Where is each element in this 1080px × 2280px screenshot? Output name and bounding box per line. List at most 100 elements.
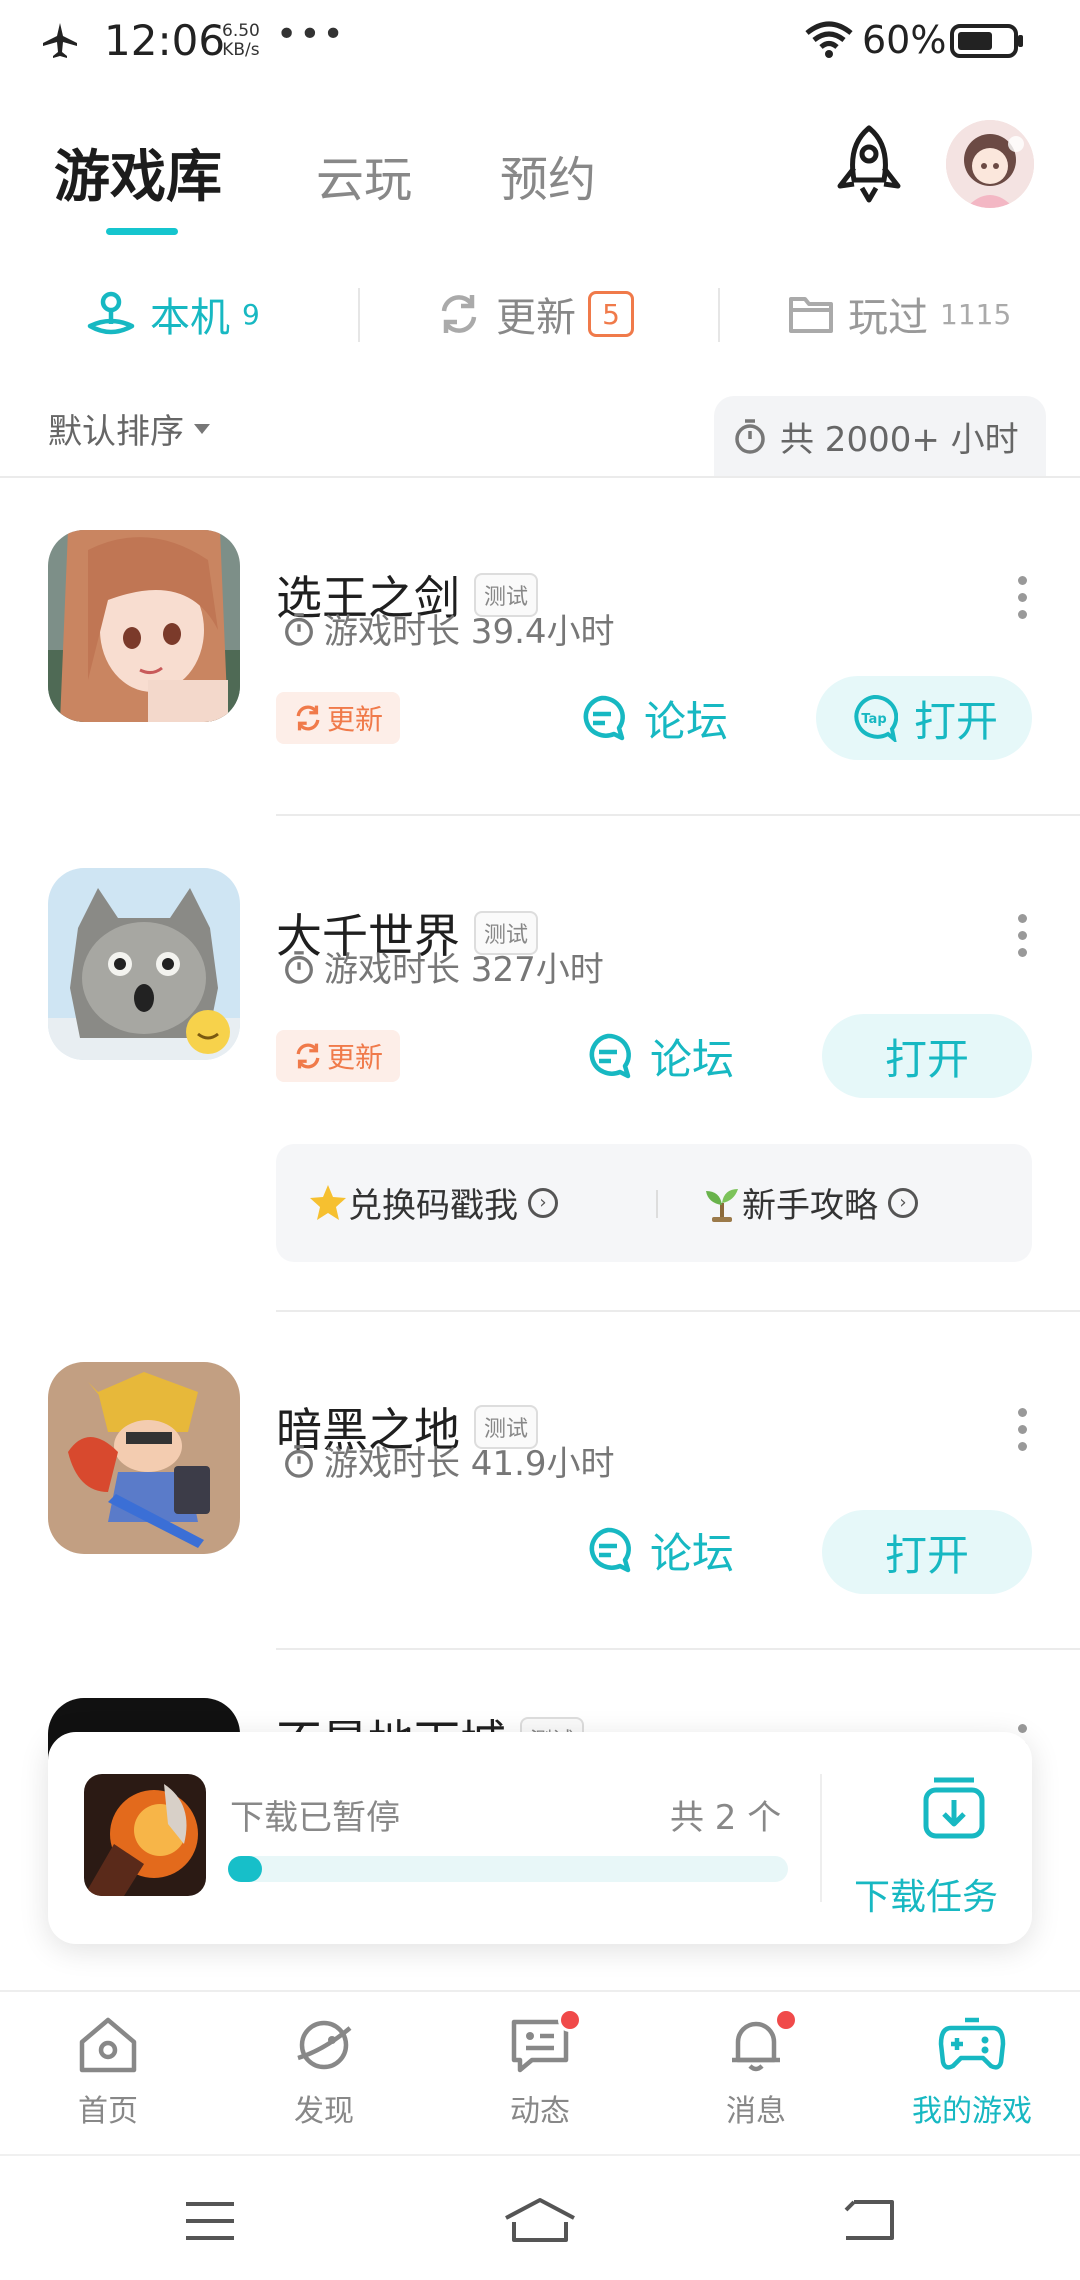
links-divider — [656, 1190, 658, 1218]
game-item[interactable]: 大千世界 测试 游戏时长 327小时 更新 论坛 打开 兑换码戳我 › 新手攻略… — [0, 816, 1080, 1312]
avatar-image — [946, 120, 1034, 208]
tab-reservation[interactable]: 预约 — [500, 140, 596, 210]
subtab-local-label: 本机 — [150, 295, 230, 341]
wifi-icon — [805, 21, 853, 58]
download-status: 下载已暂停 — [230, 1798, 400, 1838]
game-playtime: 游戏时长 41.9小时 — [282, 1436, 615, 1485]
total-playtime: 共 2000+ 小时 — [714, 396, 1046, 476]
nav-discover[interactable]: 发现 — [234, 2014, 414, 2130]
refresh-icon — [441, 295, 477, 333]
joystick-icon — [87, 291, 135, 335]
game-icon[interactable] — [48, 1362, 240, 1554]
download-game-thumb — [84, 1774, 206, 1896]
system-nav-bar — [0, 2154, 1080, 2280]
nav-my-games[interactable]: 我的游戏 — [882, 2014, 1062, 2130]
game-art-pixel-cat — [48, 868, 240, 1060]
game-icon[interactable] — [48, 530, 240, 722]
back-icon[interactable] — [840, 2198, 896, 2242]
user-avatar[interactable] — [946, 120, 1034, 208]
svg-text:Tap: Tap — [861, 712, 886, 727]
chevron-right-icon: › — [528, 1187, 558, 1218]
update-button[interactable]: 更新 — [276, 1030, 400, 1082]
gamepad-icon — [938, 2017, 1006, 2070]
tab-cloud-play[interactable]: 云玩 — [316, 140, 412, 210]
more-options-icon[interactable] — [1012, 914, 1032, 957]
net-speed: 6.50 KB/s — [222, 21, 260, 60]
game-playtime: 游戏时长 327小时 — [282, 942, 604, 991]
timer-icon — [285, 950, 313, 984]
download-task-label[interactable]: 下载任务 — [854, 1868, 998, 1920]
timer-icon — [285, 1444, 313, 1478]
subtab-played-label: 玩过 — [848, 295, 928, 341]
subtab-local[interactable]: 本机 9 — [86, 284, 260, 344]
star-icon — [310, 1184, 346, 1220]
subtab-divider — [718, 288, 720, 342]
more-options-icon[interactable] — [1012, 1408, 1032, 1451]
forum-icon — [589, 1527, 631, 1573]
nav-feed[interactable]: 动态 — [450, 2008, 630, 2130]
total-playtime-text: 共 2000+ 小时 — [780, 419, 1019, 460]
refresh-icon — [296, 1043, 320, 1069]
download-task-icon[interactable] — [920, 1774, 988, 1842]
game-item[interactable]: 暗黑之地 测试 游戏时长 41.9小时 论坛 打开 — [0, 1310, 1080, 1650]
sprout-icon — [706, 1188, 738, 1222]
nav-home[interactable]: 首页 — [18, 2014, 198, 2130]
game-icon[interactable] — [48, 868, 240, 1060]
download-progress — [228, 1856, 788, 1882]
timer-icon — [285, 612, 313, 646]
taptap-icon: Tap — [854, 694, 898, 742]
game-playtime: 游戏时长 39.4小时 — [282, 604, 615, 653]
download-bar[interactable]: 下载已暂停 共 2 个 下载任务 — [48, 1732, 1032, 1944]
refresh-icon — [296, 705, 320, 731]
subtab-divider — [358, 288, 360, 342]
redeem-code-link[interactable]: 兑换码戳我 › — [308, 1178, 558, 1227]
game-art-warrior — [48, 1362, 240, 1554]
tab-indicator — [106, 228, 178, 235]
notification-dot — [774, 2008, 798, 2032]
download-progress-fill — [228, 1856, 262, 1882]
update-count-badge: 5 — [588, 291, 634, 337]
forum-button[interactable]: 论坛 — [584, 1016, 734, 1096]
more-options-icon[interactable] — [1012, 576, 1032, 619]
subtab-update-label: 更新 — [496, 295, 576, 341]
bottom-nav: 首页 发现 动态 消息 我的游戏 — [0, 1990, 1080, 2154]
status-bar: 12:06 6.50 KB/s ••• 60% — [0, 0, 1080, 90]
open-button[interactable]: 打开 — [822, 1510, 1032, 1594]
subtab-update[interactable]: 更新 5 — [436, 284, 634, 344]
open-button[interactable]: 打开 — [822, 1014, 1032, 1098]
update-button[interactable]: 更新 — [276, 692, 400, 744]
tab-game-library[interactable]: 游戏库 — [54, 132, 222, 213]
subtab-played-count: 1115 — [940, 297, 1012, 331]
subtab-played[interactable]: 玩过 1115 — [788, 284, 1011, 344]
more-status-icon: ••• — [276, 14, 346, 55]
game-art-anime-girl — [48, 530, 240, 722]
forum-button[interactable]: 论坛 — [578, 678, 728, 758]
rocket-icon[interactable] — [832, 124, 906, 204]
planet-icon — [297, 2020, 352, 2070]
download-count: 共 2 个 — [670, 1798, 782, 1838]
game-art-dragon — [84, 1774, 206, 1896]
clock: 12:06 — [104, 16, 226, 65]
battery-percent: 60% — [862, 18, 947, 62]
forum-icon — [589, 1033, 631, 1079]
forum-icon — [583, 695, 625, 741]
open-button[interactable]: Tap 打开 — [816, 676, 1032, 760]
folder-icon — [789, 297, 833, 333]
game-links-panel: 兑换码戳我 › 新手攻略 › — [276, 1144, 1032, 1262]
home-icon — [79, 2017, 137, 2073]
sort-label: 默认排序 — [48, 412, 184, 452]
chevron-right-icon: › — [888, 1187, 918, 1218]
download-divider — [820, 1774, 822, 1902]
timer-icon — [735, 419, 765, 454]
home-nav-icon[interactable] — [502, 2196, 578, 2244]
battery-icon — [950, 24, 1023, 58]
beginner-guide-link[interactable]: 新手攻略 › — [702, 1178, 918, 1227]
sort-dropdown[interactable]: 默认排序 — [48, 404, 210, 453]
caret-down-icon — [194, 423, 210, 434]
nav-messages[interactable]: 消息 — [666, 2008, 846, 2130]
airplane-icon — [43, 23, 77, 58]
menu-icon[interactable] — [182, 2200, 238, 2242]
forum-button[interactable]: 论坛 — [584, 1510, 734, 1590]
notification-dot — [558, 2008, 582, 2032]
game-item[interactable]: 选王之剑 测试 游戏时长 39.4小时 更新 论坛 Tap 打开 — [0, 478, 1080, 816]
